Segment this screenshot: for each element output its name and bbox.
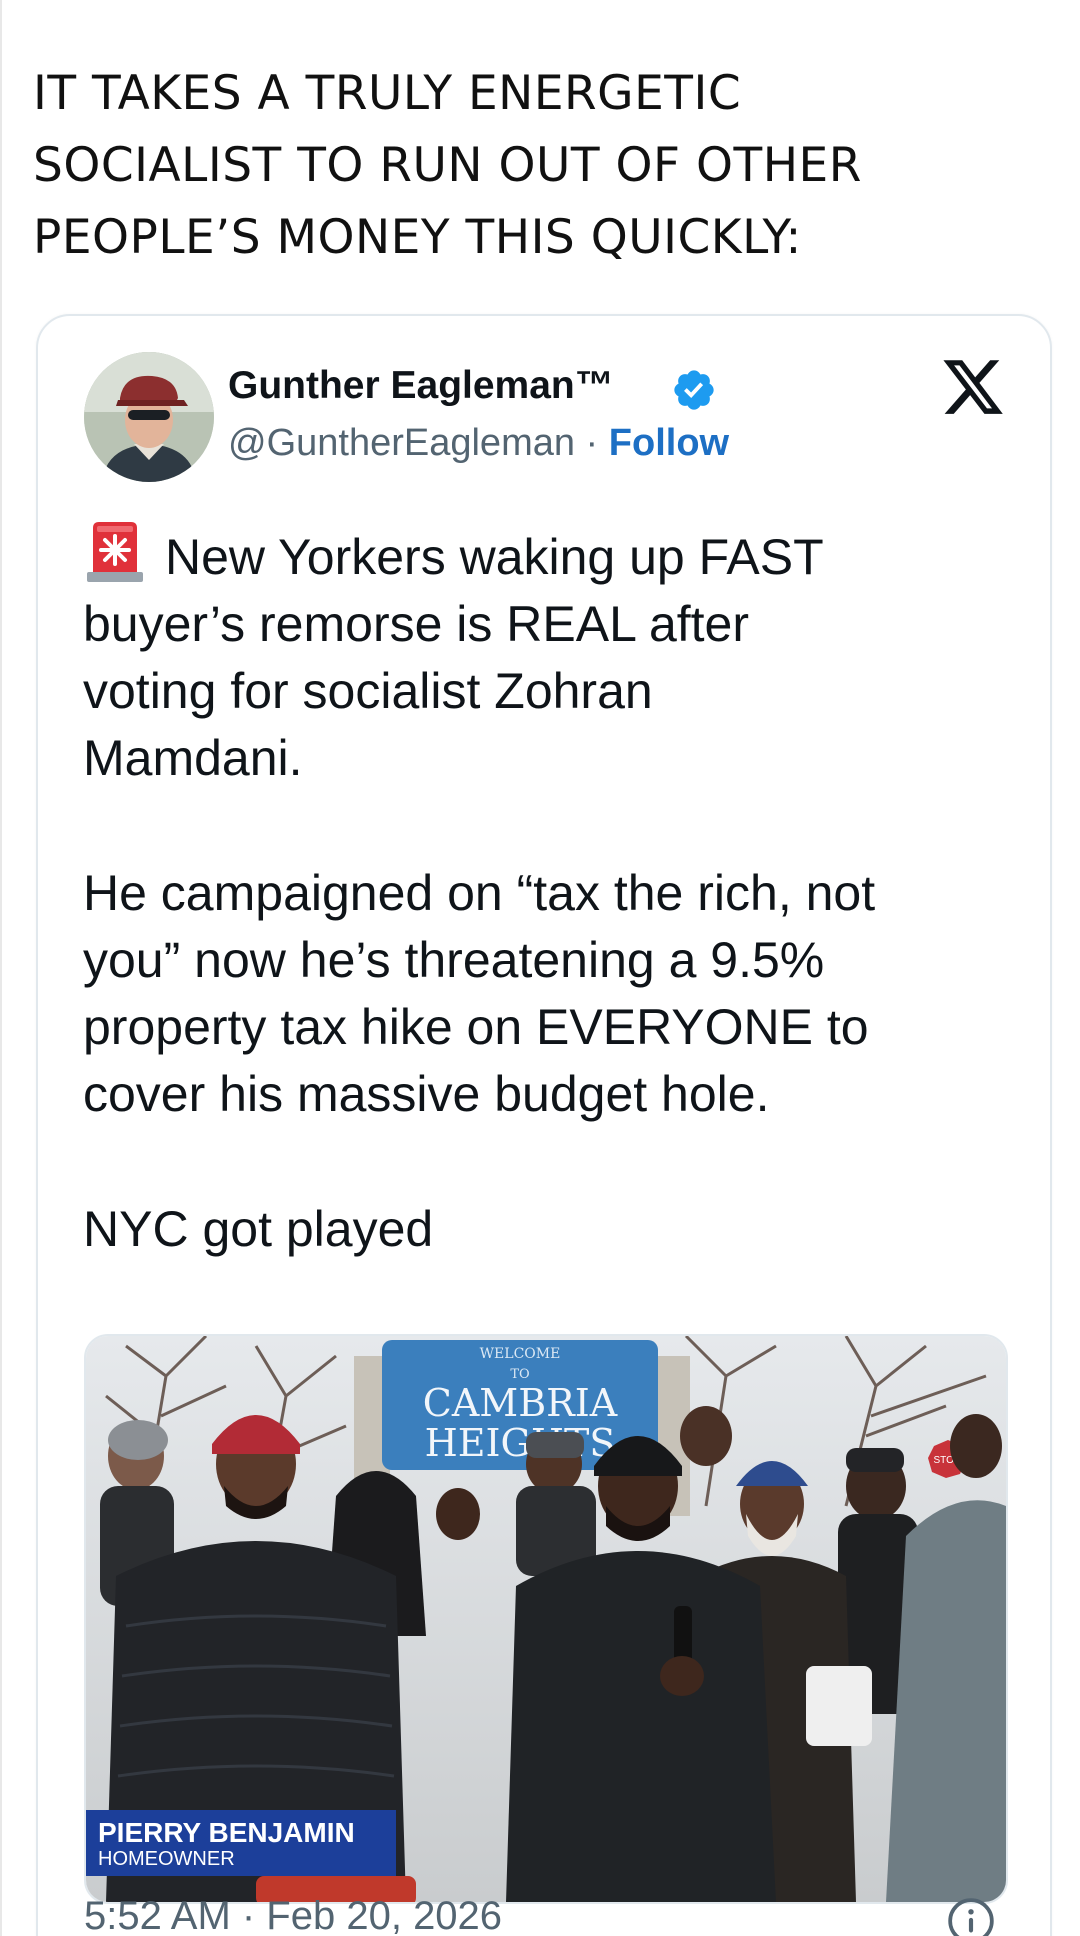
tweet-paragraph: New Yorkers waking up FAST buyer’s remor… <box>83 520 1023 792</box>
tweet-line: voting for socialist Zohran <box>83 663 653 719</box>
siren-emoji-icon <box>87 522 143 582</box>
info-icon[interactable] <box>946 1896 996 1936</box>
tweet-line: buyer’s remorse is REAL after <box>83 596 749 652</box>
tweet-timestamp[interactable]: 5:52 AM · Feb 20, 2026 <box>84 1894 502 1936</box>
verified-badge-icon <box>674 370 714 410</box>
avatar[interactable] <box>84 352 214 482</box>
tweet-paragraph: NYC got played <box>83 1196 1023 1263</box>
tweet-line: New Yorkers waking up FAST <box>83 520 1023 591</box>
tweet-paragraph: He campaigned on “tax the rich, not you”… <box>83 860 1023 1128</box>
video-lower-third: PIERRY BENJAMIN HOMEOWNER <box>86 1810 396 1876</box>
caption-line: PEOPLE’S MONEY THIS QUICKLY: <box>33 210 802 265</box>
tweet-line: He campaigned on “tax the rich, not <box>83 865 876 921</box>
separator-dot: · <box>575 422 609 464</box>
tweet-line: you” now he’s threatening a 9.5% <box>83 932 825 988</box>
caption-line: IT TAKES A TRULY ENERGETIC <box>33 66 742 121</box>
caption-line: SOCIALIST TO RUN OUT OF OTHER <box>33 138 862 193</box>
post-caption: IT TAKES A TRULY ENERGETIC SOCIALIST TO … <box>33 58 1033 274</box>
sign-text: HEIGHTS <box>425 1421 616 1465</box>
tweet-line: Mamdani. <box>83 730 303 786</box>
page-edge <box>0 0 2 1936</box>
embedded-tweet-card[interactable]: Gunther Eagleman™ @GuntherEagleman · Fol… <box>36 314 1052 1936</box>
follow-button[interactable]: Follow <box>609 422 729 464</box>
svg-text:WELCOME: WELCOME <box>480 1346 561 1362</box>
tweet-text: New Yorkers waking up FAST buyer’s remor… <box>83 520 1023 1331</box>
tweet-video-thumbnail[interactable]: WELCOME TO CAMBRIA HEIGHTS STOP PIERRY B… <box>84 1334 1008 1904</box>
author-name[interactable]: Gunther Eagleman™ <box>228 364 614 408</box>
author-handle[interactable]: @GuntherEagleman <box>228 422 575 464</box>
sign-text: CAMBRIA <box>423 1381 618 1425</box>
lower-third-role: HOMEOWNER <box>98 1848 235 1870</box>
tweet-line: NYC got played <box>83 1201 434 1257</box>
lower-third-name: PIERRY BENJAMIN <box>98 1817 355 1848</box>
avatar-photo <box>84 352 214 482</box>
svg-text:TO: TO <box>510 1367 529 1382</box>
x-logo-icon[interactable] <box>940 354 1006 420</box>
tweet-line: cover his massive budget hole. <box>83 1066 770 1122</box>
author-handle-row: @GuntherEagleman · Follow <box>228 422 729 465</box>
tweet-line: property tax hike on EVERYONE to <box>83 999 869 1055</box>
tweet-line-text: New Yorkers waking up FAST <box>165 529 824 585</box>
